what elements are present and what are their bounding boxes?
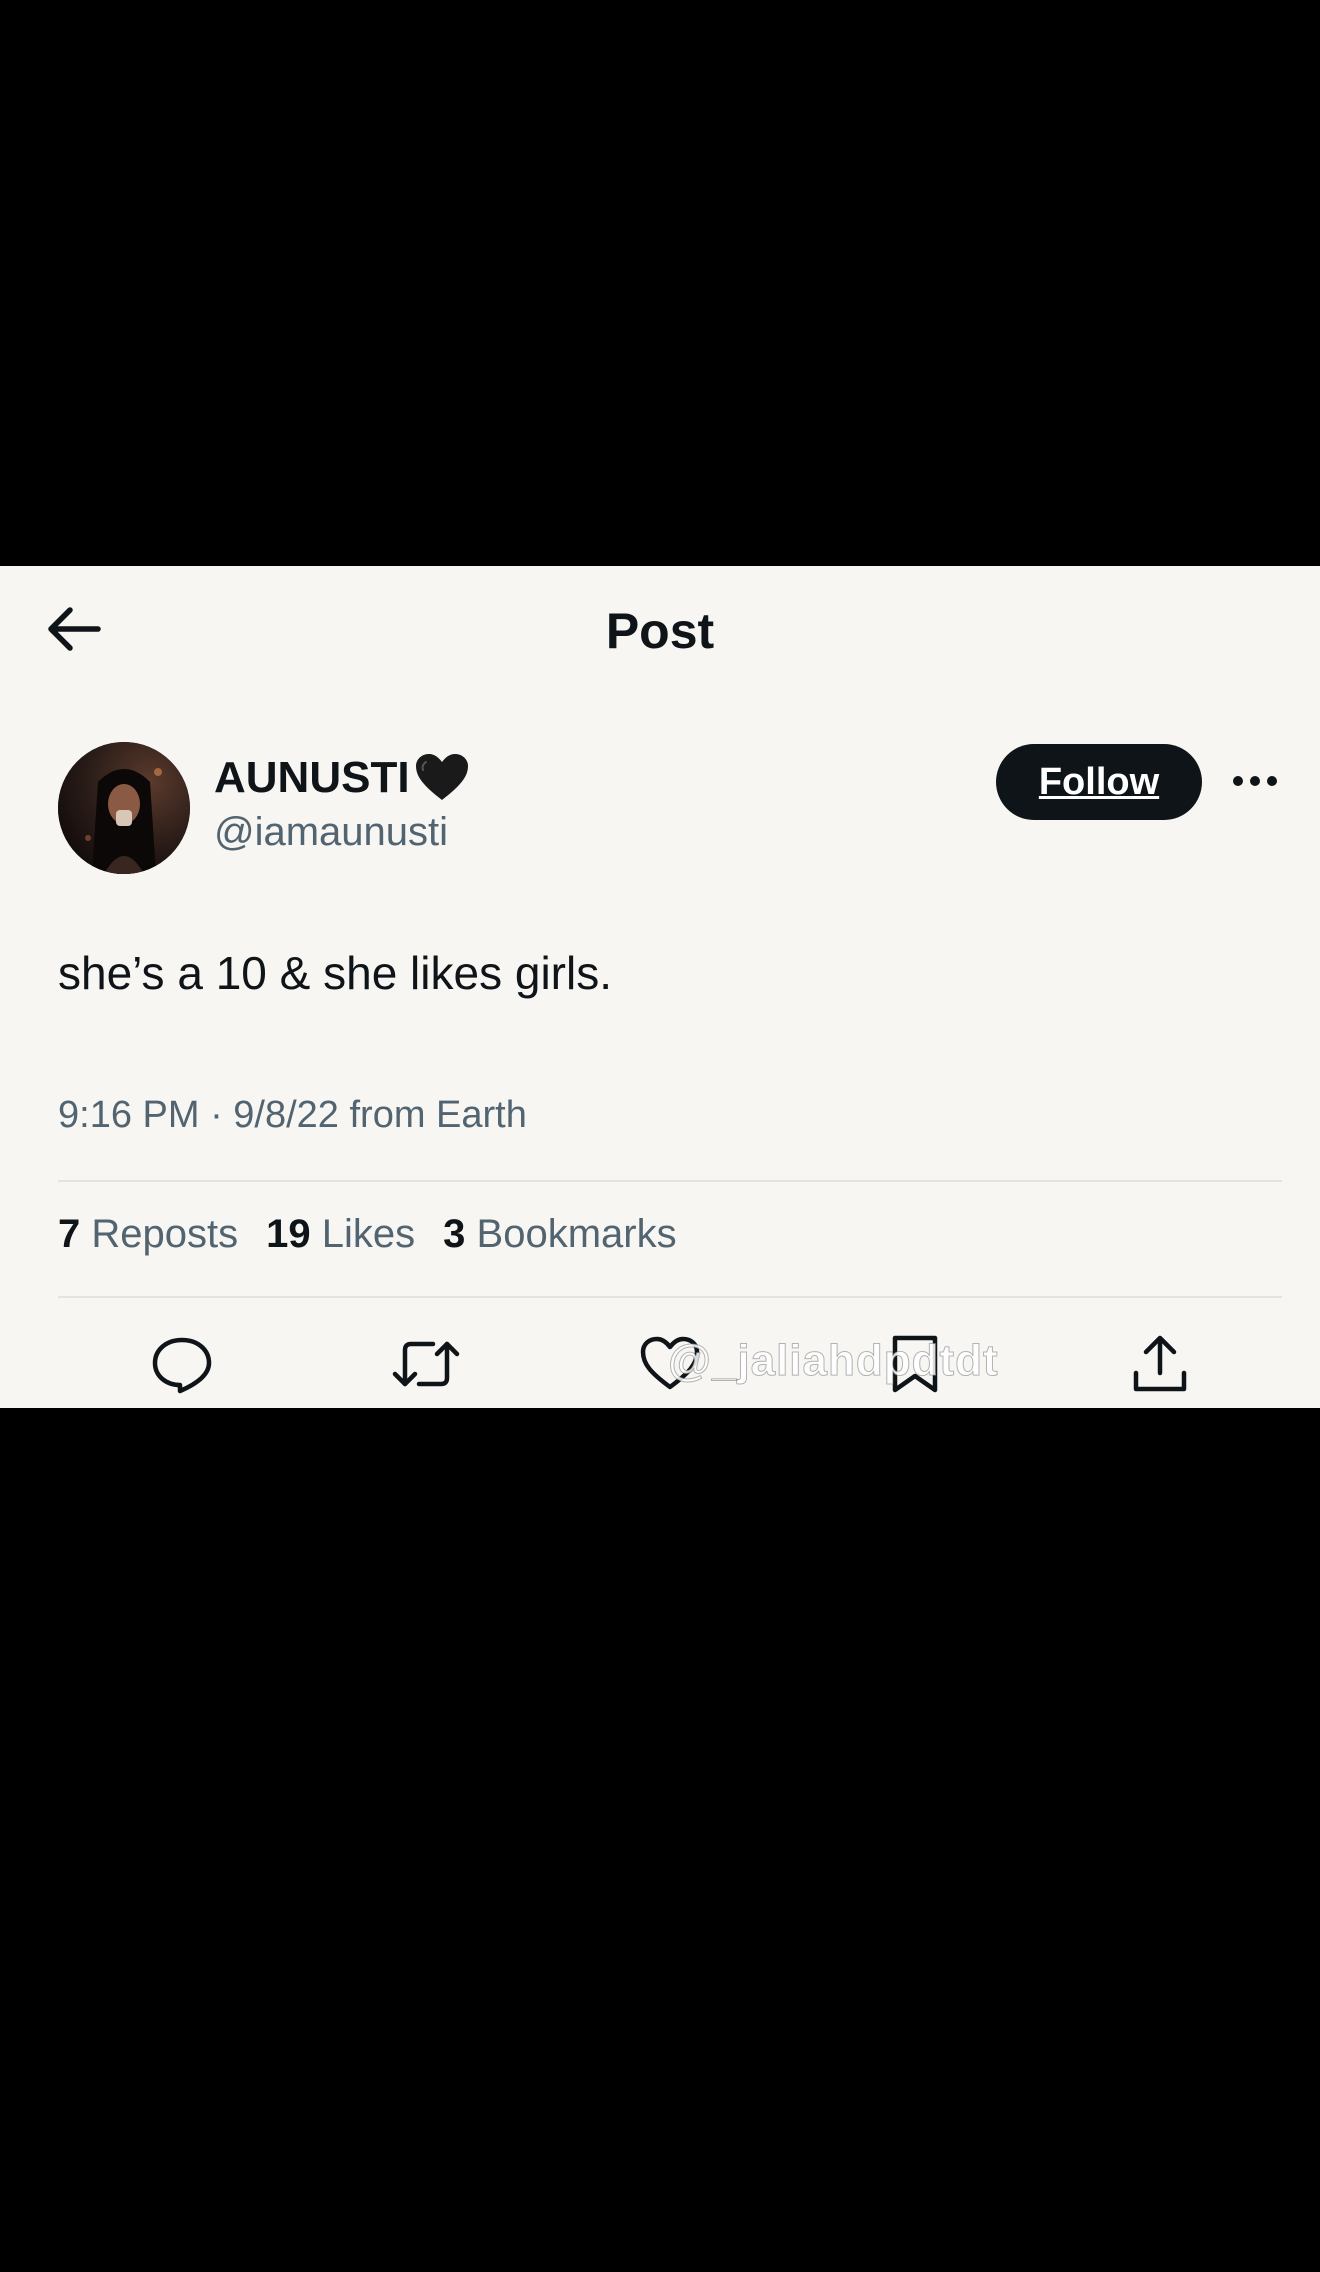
repost-icon <box>391 1334 461 1399</box>
likes-count: 19 <box>266 1212 311 1256</box>
bookmarks-count: 3 <box>443 1212 466 1256</box>
reply-button[interactable] <box>142 1330 222 1402</box>
more-options-button[interactable] <box>1222 758 1288 808</box>
divider-top <box>58 1180 1282 1182</box>
share-icon <box>1130 1333 1190 1400</box>
watermark-overlay: @_jaliahdpdtdt <box>668 1336 999 1386</box>
black-heart-icon <box>414 752 470 804</box>
repost-button[interactable] <box>386 1330 466 1402</box>
avatar[interactable] <box>58 742 190 874</box>
post-card: Post AUNUSTI @iamaunusti Follow she’s a … <box>0 566 1320 1408</box>
letterbox-top <box>0 0 1320 566</box>
ellipsis-icon <box>1232 774 1278 792</box>
likes-label: Likes <box>321 1212 416 1256</box>
author-display-name[interactable]: AUNUSTI <box>214 752 470 804</box>
author-handle[interactable]: @iamaunusti <box>214 810 448 855</box>
likes-stat[interactable]: 19 Likes <box>266 1212 415 1257</box>
page-title: Post <box>605 603 715 659</box>
divider-bottom <box>58 1296 1282 1298</box>
post-text: she’s a 10 & she likes girls. <box>58 947 612 999</box>
post-timestamp[interactable]: 9:16 PM · 9/8/22 from Earth <box>58 1094 527 1137</box>
author-name-text: AUNUSTI <box>214 753 410 802</box>
engagement-stats: 7 Reposts 19 Likes 3 Bookmarks <box>58 1212 677 1257</box>
reply-icon <box>150 1334 214 1399</box>
post-header: Post <box>0 566 1320 704</box>
reposts-stat[interactable]: 7 Reposts <box>58 1212 238 1257</box>
follow-button[interactable]: Follow <box>996 744 1202 820</box>
share-button[interactable] <box>1120 1330 1200 1402</box>
reposts-count: 7 <box>58 1212 81 1256</box>
bookmarks-label: Bookmarks <box>476 1212 677 1256</box>
bookmarks-stat[interactable]: 3 Bookmarks <box>443 1212 676 1257</box>
reposts-label: Reposts <box>91 1212 239 1256</box>
letterbox-bottom <box>0 1408 1320 2272</box>
